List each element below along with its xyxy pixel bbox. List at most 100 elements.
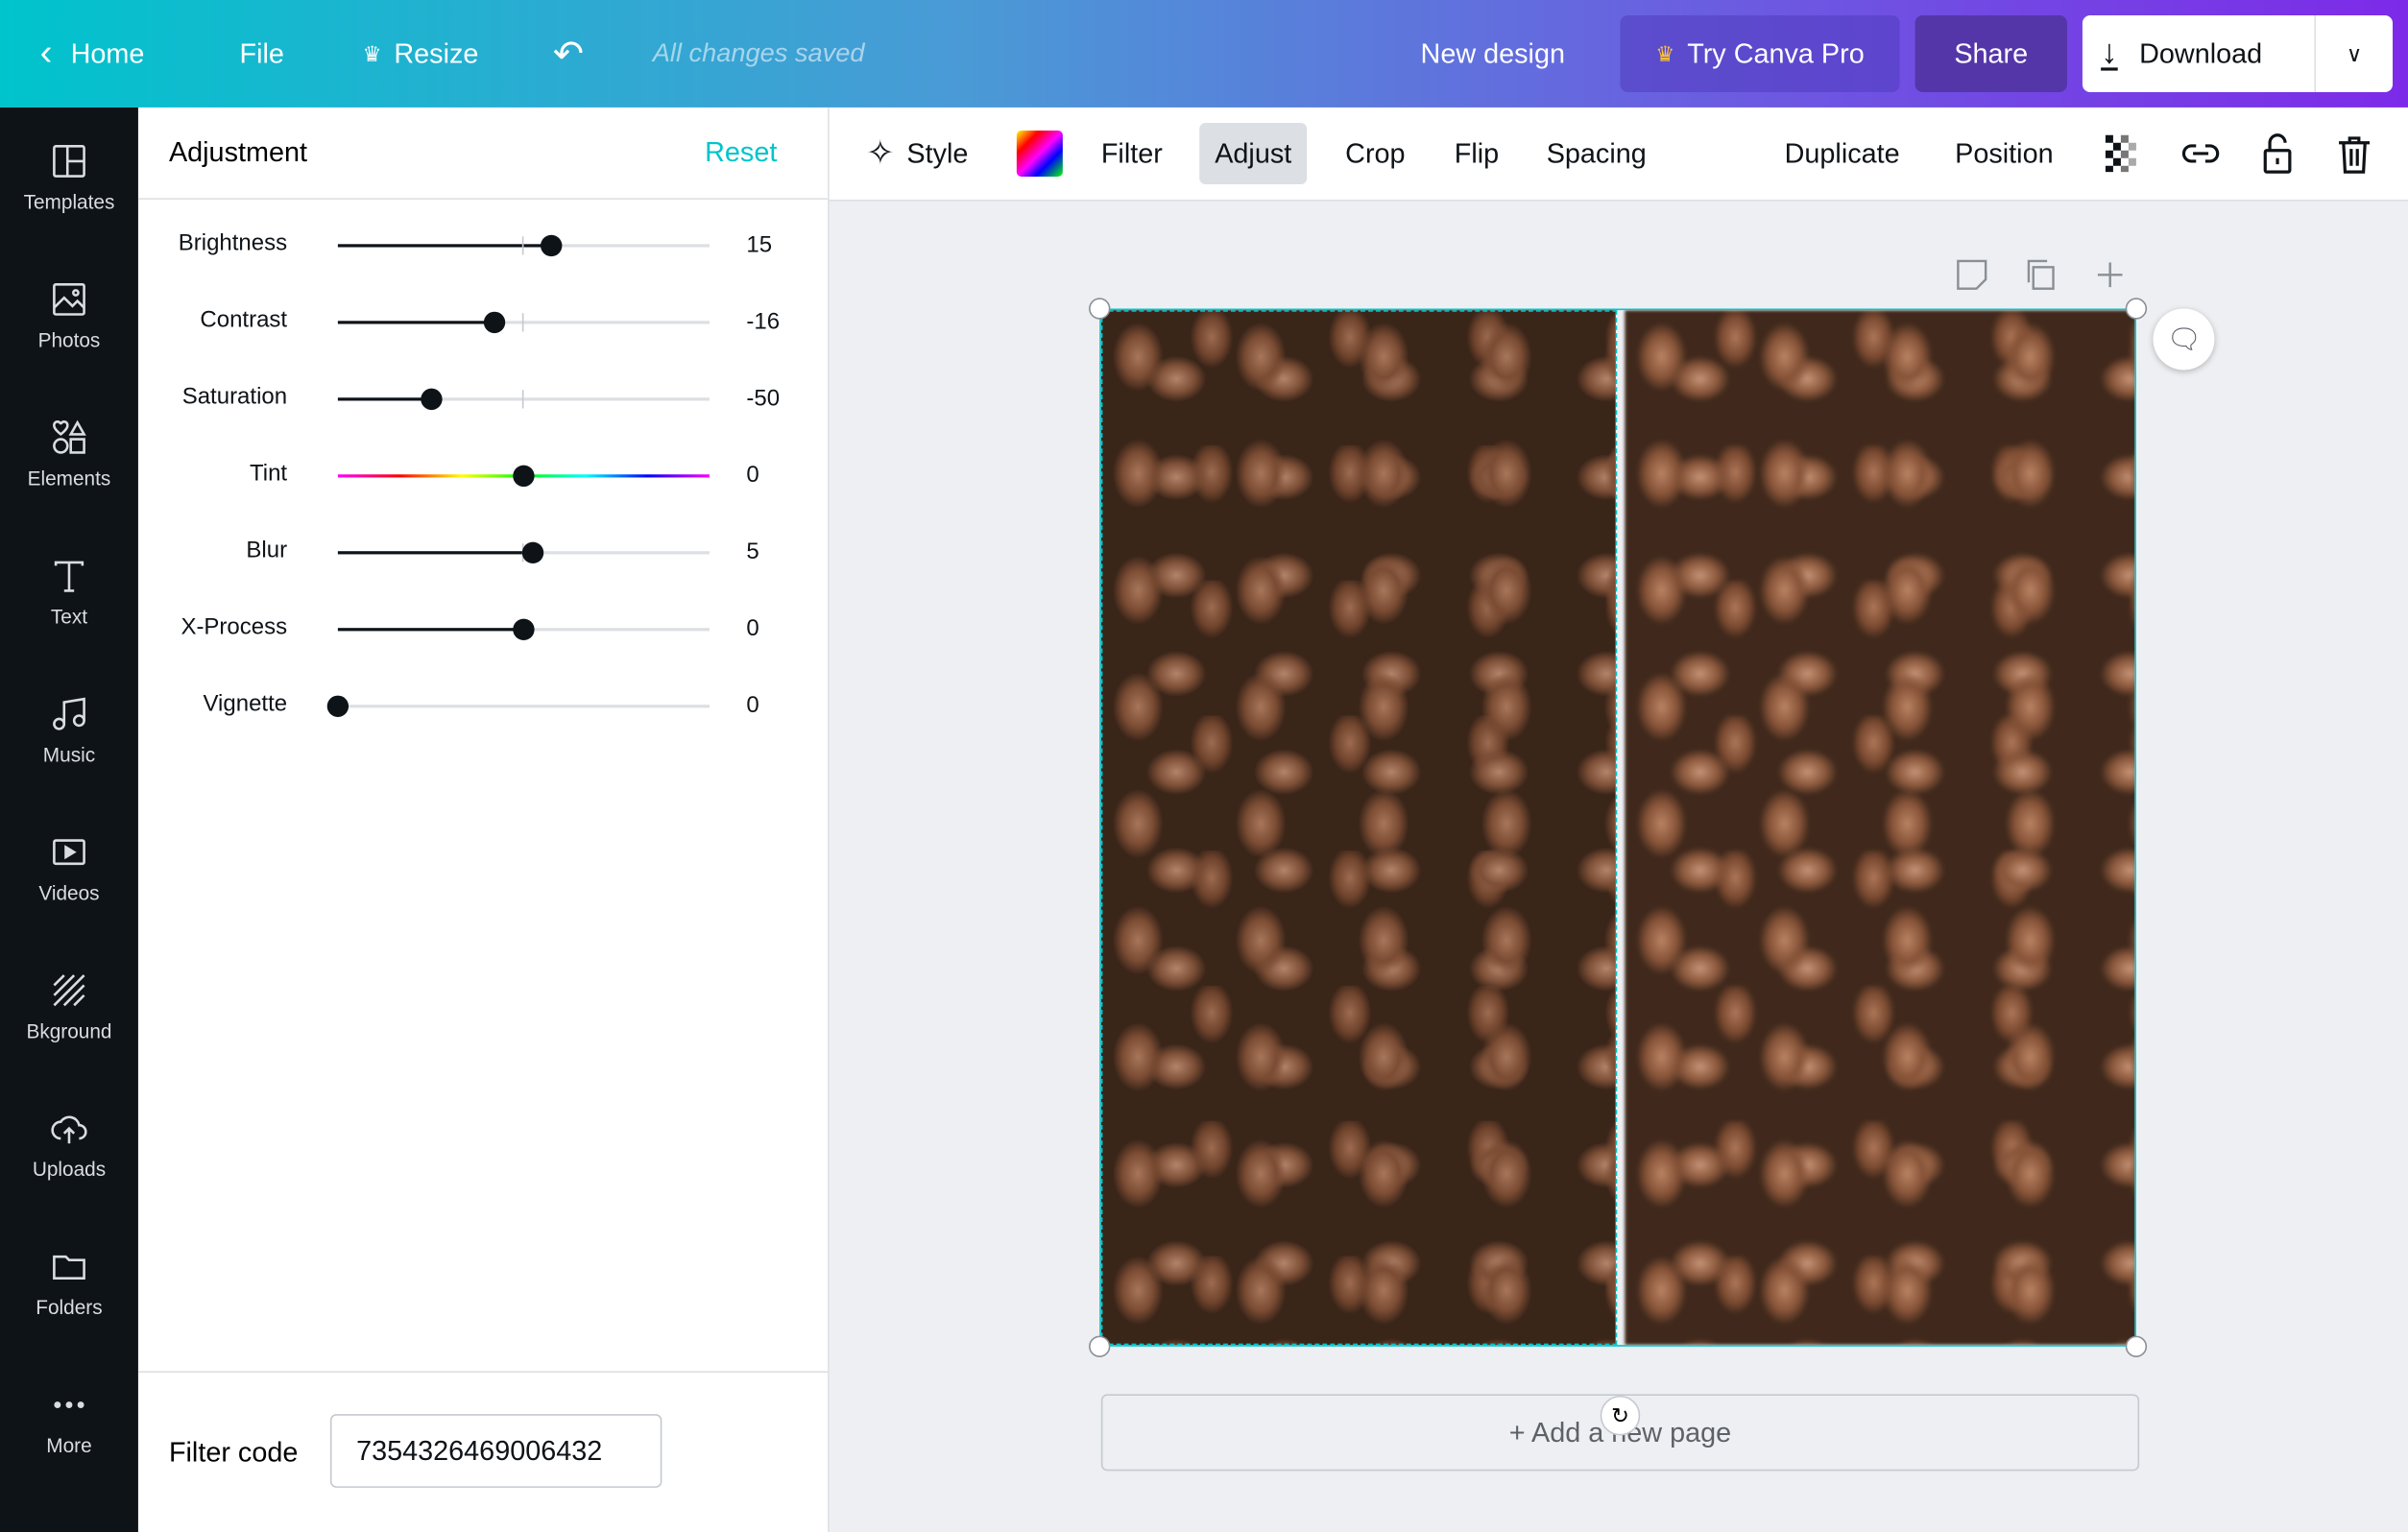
sidebar: Templates Photos Elements Text Music Vid… xyxy=(0,107,138,1532)
slider-track[interactable] xyxy=(337,465,710,488)
slider-center-tick xyxy=(521,236,524,255)
slider-fill xyxy=(337,321,494,324)
slider-fill xyxy=(337,551,534,555)
sidebar-item-background[interactable]: Bkground xyxy=(0,937,138,1075)
slider-contrast: Contrast -16 xyxy=(138,299,828,346)
add-page-icon[interactable] xyxy=(2092,256,2129,293)
slider-track[interactable] xyxy=(326,695,710,717)
slider-track[interactable] xyxy=(337,541,710,564)
slider-thumb[interactable] xyxy=(483,311,505,334)
sidebar-item-uploads[interactable]: Uploads xyxy=(0,1075,138,1213)
rotate-handle-icon[interactable]: ↻ xyxy=(1600,1395,1641,1436)
sidebar-item-label: Photos xyxy=(37,327,101,351)
comment-add-icon: 🗨 xyxy=(2166,323,2202,354)
slider-label: Saturation xyxy=(181,383,288,411)
slider-value: 0 xyxy=(746,692,759,719)
duplicate-page-icon[interactable] xyxy=(2023,256,2059,293)
adjustment-panel: Adjustment Reset Brightness 15 Contrast -1… xyxy=(137,107,830,1532)
undo-icon[interactable]: ↶ xyxy=(553,0,584,108)
background-icon xyxy=(53,973,85,1006)
resize-handle[interactable] xyxy=(1089,1335,1111,1357)
slider-thumb[interactable] xyxy=(326,695,349,717)
slider-track[interactable] xyxy=(337,388,710,411)
sidebar-item-folders[interactable]: Folders xyxy=(0,1213,138,1352)
flip-button[interactable]: Flip xyxy=(1439,123,1514,184)
sidebar-item-music[interactable]: Music xyxy=(0,660,138,799)
sparkle-icon: ✧ xyxy=(866,133,895,173)
slider-value: 15 xyxy=(746,231,773,258)
more-icon xyxy=(54,1400,84,1408)
filter-button[interactable]: Filter xyxy=(1086,123,1178,184)
slider-track[interactable] xyxy=(337,618,710,640)
sidebar-item-label: Text xyxy=(50,604,88,628)
file-menu[interactable]: File xyxy=(240,0,284,108)
design-page[interactable] xyxy=(1099,308,2136,1347)
panel-title: Adjustment xyxy=(168,136,307,168)
sidebar-item-label: Uploads xyxy=(32,1157,107,1181)
spacing-button[interactable]: Spacing xyxy=(1531,123,1662,184)
filter-code-label: Filter code xyxy=(168,1437,299,1469)
slider-label: Brightness xyxy=(178,229,288,257)
text-icon xyxy=(54,560,84,591)
sidebar-item-text[interactable]: Text xyxy=(0,522,138,660)
sidebar-item-elements[interactable]: Elements xyxy=(0,384,138,522)
coffee-beans-image-right[interactable] xyxy=(1625,310,2135,1346)
save-status: All changes saved xyxy=(652,37,865,68)
download-options-chevron-icon[interactable]: ∨ xyxy=(2314,14,2393,92)
filter-code-input[interactable]: 7354326469006432 xyxy=(329,1414,662,1488)
try-pro-label: Try Canva Pro xyxy=(1687,37,1865,69)
slider-label: Tint xyxy=(249,460,288,488)
slider-thumb[interactable] xyxy=(541,234,563,257)
slider-blur: Blur 5 xyxy=(138,530,828,576)
resize-handle[interactable] xyxy=(2125,1335,2148,1357)
slider-thumb[interactable] xyxy=(420,388,442,411)
sidebar-item-more[interactable]: More xyxy=(0,1352,138,1490)
slider-value: 0 xyxy=(746,462,759,489)
transparency-icon[interactable] xyxy=(2101,131,2147,177)
adjust-button[interactable]: Adjust xyxy=(1199,122,1308,184)
resize-handle[interactable] xyxy=(2125,298,2148,320)
style-button[interactable]: ✧ Style xyxy=(851,123,983,184)
link-icon[interactable] xyxy=(2178,131,2224,177)
slider-track[interactable] xyxy=(337,234,710,257)
slider-label: Blur xyxy=(246,537,288,564)
notes-icon[interactable] xyxy=(1954,256,1990,293)
resize-button[interactable]: ♛ Resize xyxy=(362,0,478,108)
photos-icon xyxy=(53,282,85,315)
sidebar-item-label: Templates xyxy=(23,189,115,213)
color-picker-swatch[interactable] xyxy=(1016,130,1063,177)
sidebar-item-photos[interactable]: Photos xyxy=(0,246,138,384)
slider-vignette: Vignette 0 xyxy=(138,683,828,730)
crop-button[interactable]: Crop xyxy=(1330,123,1420,184)
duplicate-button[interactable]: Duplicate xyxy=(1770,123,1915,184)
slider-value: 5 xyxy=(746,539,759,565)
templates-icon xyxy=(53,144,85,178)
download-button[interactable]: ↓ Download ∨ xyxy=(2082,14,2394,92)
elements-icon xyxy=(53,419,86,453)
sidebar-item-videos[interactable]: Videos xyxy=(0,799,138,937)
slider-thumb[interactable] xyxy=(513,618,535,640)
slider-thumb[interactable] xyxy=(521,541,544,564)
sidebar-item-label: More xyxy=(46,1433,92,1457)
resize-handle[interactable] xyxy=(1089,298,1111,320)
music-icon xyxy=(53,696,85,730)
try-pro-button[interactable]: ♛ Try Canva Pro xyxy=(1620,14,1900,92)
slider-x-process: X-Process 0 xyxy=(138,607,828,653)
sidebar-item-templates[interactable]: Templates xyxy=(0,108,138,246)
sidebar-item-label: Music xyxy=(42,742,96,766)
chevron-left-icon: ‹ xyxy=(39,32,53,74)
comment-button[interactable]: 🗨 xyxy=(2153,308,2215,371)
design-title[interactable]: New design xyxy=(1421,0,1565,108)
download-icon: ↓ xyxy=(2101,32,2118,71)
share-button[interactable]: Share xyxy=(1914,14,2067,92)
resize-label: Resize xyxy=(394,37,479,69)
editor-toolbar: ✧ Style Filter Adjust Crop Flip Spacing D… xyxy=(829,107,2408,202)
top-bar: ‹ Home File ♛ Resize ↶ All changes saved N… xyxy=(0,0,2408,108)
slider-thumb[interactable] xyxy=(513,465,535,488)
reset-button[interactable]: Reset xyxy=(705,136,777,169)
home-button[interactable]: ‹ Home xyxy=(40,0,145,108)
slider-track[interactable] xyxy=(337,311,710,334)
trash-icon[interactable] xyxy=(2331,131,2377,177)
position-button[interactable]: Position xyxy=(1939,123,2068,184)
lock-icon[interactable] xyxy=(2254,131,2300,177)
